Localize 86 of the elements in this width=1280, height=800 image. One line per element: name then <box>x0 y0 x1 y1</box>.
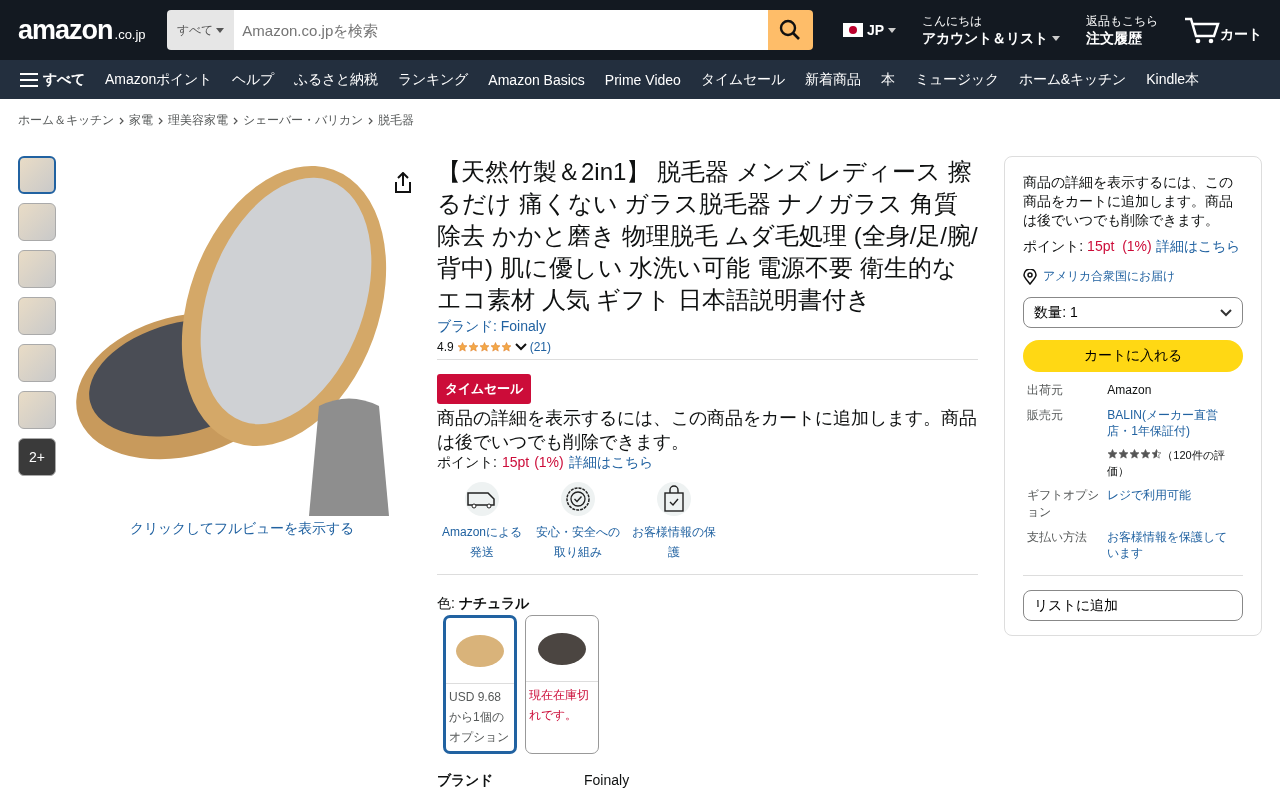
breadcrumb-link[interactable]: 家電 <box>129 112 153 129</box>
seller-review-count: （120件の評価） <box>1107 449 1225 477</box>
nav-link[interactable]: 新着商品 <box>794 70 871 89</box>
breadcrumb-link[interactable]: 脱毛器 <box>378 112 414 129</box>
location-pin-icon <box>1023 268 1038 285</box>
feature-link[interactable]: 安心・安全への取り組み <box>533 522 623 562</box>
nav-link[interactable]: Amazonポイント <box>95 70 223 89</box>
nav-link[interactable]: ふるさと納税 <box>284 70 389 89</box>
info-label: 支払い方法 <box>1027 530 1088 544</box>
add-to-cart-button[interactable]: カートに入れる <box>1023 340 1243 372</box>
caret-icon <box>888 27 896 33</box>
cart-icon <box>1184 16 1220 44</box>
price-note: 商品の詳細を表示するには、この商品をカートに追加します。商品は後でいつでも削除できます。 <box>437 407 978 454</box>
chevron-right-icon <box>368 116 373 125</box>
nav-link[interactable]: タイムセール <box>690 70 795 89</box>
nav-link[interactable]: Amazon Basics <box>478 71 595 88</box>
nav-link[interactable]: Prime Video <box>594 71 691 88</box>
more-images-button[interactable]: 2+ <box>18 438 56 476</box>
chevron-right-icon <box>233 116 238 125</box>
breadcrumb-link[interactable]: シェーバー・バリカン <box>243 112 363 129</box>
brand-link[interactable]: ブランド: Foinaly <box>437 318 979 336</box>
points-percent: (1%) <box>534 454 564 472</box>
add-to-list-button[interactable]: リストに追加 <box>1023 590 1243 621</box>
rating-value: 4.9 <box>437 340 454 354</box>
search-button[interactable] <box>767 10 813 50</box>
image-thumbnail[interactable] <box>18 297 56 335</box>
breadcrumb-link[interactable]: ホーム＆キッチン <box>18 112 114 129</box>
info-value: Amazon <box>1107 382 1153 398</box>
breadcrumb-link[interactable]: 理美容家電 <box>168 112 228 129</box>
color-value: ナチュラル <box>458 595 529 611</box>
chevron-down-icon <box>1220 308 1232 317</box>
language-selector[interactable]: JP <box>836 21 902 39</box>
feature-link[interactable]: お客様情報の保護 <box>629 522 719 562</box>
info-link[interactable]: BALIN(メーカー直営店・1年保証付) <box>1107 407 1239 439</box>
nav-link[interactable]: ランキング <box>388 70 479 89</box>
spec-label: ブランド <box>437 772 494 790</box>
flag-icon <box>842 23 863 37</box>
chevron-right-icon <box>119 116 124 125</box>
spec-value: Foinaly <box>584 772 630 790</box>
nav-link[interactable]: Kindle本 <box>1136 70 1210 89</box>
amazon-logo[interactable]: amazon.co.jp <box>18 14 153 46</box>
info-link[interactable]: レジで利用可能 <box>1107 487 1239 503</box>
deal-badge: タイムセール <box>437 374 531 404</box>
search-category-dropdown[interactable]: すべて <box>167 10 235 50</box>
price-note: 商品の詳細を表示するには、この商品をカートに追加します。商品は後でいつでも削除できます。 <box>1023 173 1235 230</box>
all-menu-button[interactable]: すべて <box>18 70 95 89</box>
nav-link[interactable]: ヘルプ <box>222 70 285 89</box>
info-link[interactable]: お客様情報を保護しています <box>1107 529 1239 561</box>
delivery-location-link[interactable]: アメリカ合衆国にお届け <box>1043 268 1176 285</box>
menu-icon <box>20 72 38 87</box>
points-label: ポイント: <box>437 454 497 472</box>
nav-link[interactable]: 本 <box>870 70 905 89</box>
caret-icon <box>216 27 225 33</box>
nav-link[interactable]: ミュージック <box>904 70 1009 89</box>
points-value: 15pt <box>501 454 530 472</box>
cart-button[interactable]: カート <box>1178 15 1268 45</box>
caret-icon <box>1052 36 1060 41</box>
search-icon <box>779 19 802 41</box>
info-label: 販売元 <box>1027 408 1064 422</box>
color-label: 色: <box>437 595 455 611</box>
image-thumbnail[interactable] <box>18 250 56 288</box>
image-thumbnail[interactable] <box>18 156 56 194</box>
points-info: ポイント: 15pt (1%) 詳細はこちら <box>1023 237 1241 256</box>
feature-link[interactable]: Amazonによる発送 <box>437 522 527 562</box>
review-count-link[interactable]: (21) <box>529 340 552 354</box>
share-icon[interactable] <box>393 172 413 194</box>
account-menu[interactable]: こんにちは アカウント＆リスト <box>916 11 1066 49</box>
search-field[interactable]: Amazon.co.jpを検索 <box>234 10 768 50</box>
badge-check-icon[interactable] <box>561 482 595 516</box>
image-thumbnail[interactable] <box>18 344 56 382</box>
info-label: 出荷元 <box>1027 383 1064 397</box>
info-label: ギフトオプション <box>1027 488 1100 519</box>
quantity-dropdown[interactable]: 数量: 1 <box>1023 297 1243 328</box>
color-variant-option[interactable]: 現在在庫切れです。 <box>525 615 599 754</box>
image-thumbnail[interactable] <box>18 391 56 429</box>
image-thumbnail[interactable] <box>18 203 56 241</box>
shopping-bag-check-icon[interactable] <box>657 482 691 516</box>
chevron-down-icon[interactable] <box>514 343 527 351</box>
orders-link[interactable]: 返品もこちら 注文履歴 <box>1080 11 1164 49</box>
chevron-right-icon <box>158 116 163 125</box>
color-variant-option[interactable]: USD 9.68から1個のオプション <box>443 615 517 754</box>
nav-link[interactable]: ホーム&キッチン <box>1008 70 1137 89</box>
product-title: 【天然竹製＆2in1】 脱毛器 メンズ レディース 擦るだけ 痛くない ガラス脱毛器 ナノガラス 角質除去 かかと磨き 物理脱毛 ムダ毛処理 (全身/足/腕/背中) 肌に優しい 水洗い可能 電源不要 衛生的なエコ素材 人気 ギフト 日本語説明書付き <box>437 157 979 315</box>
full-view-link[interactable]: クリックしてフルビューを表示する <box>129 520 354 538</box>
points-details-link[interactable]: 詳細はこちら <box>568 454 653 472</box>
delivery-van-icon[interactable] <box>465 482 499 516</box>
